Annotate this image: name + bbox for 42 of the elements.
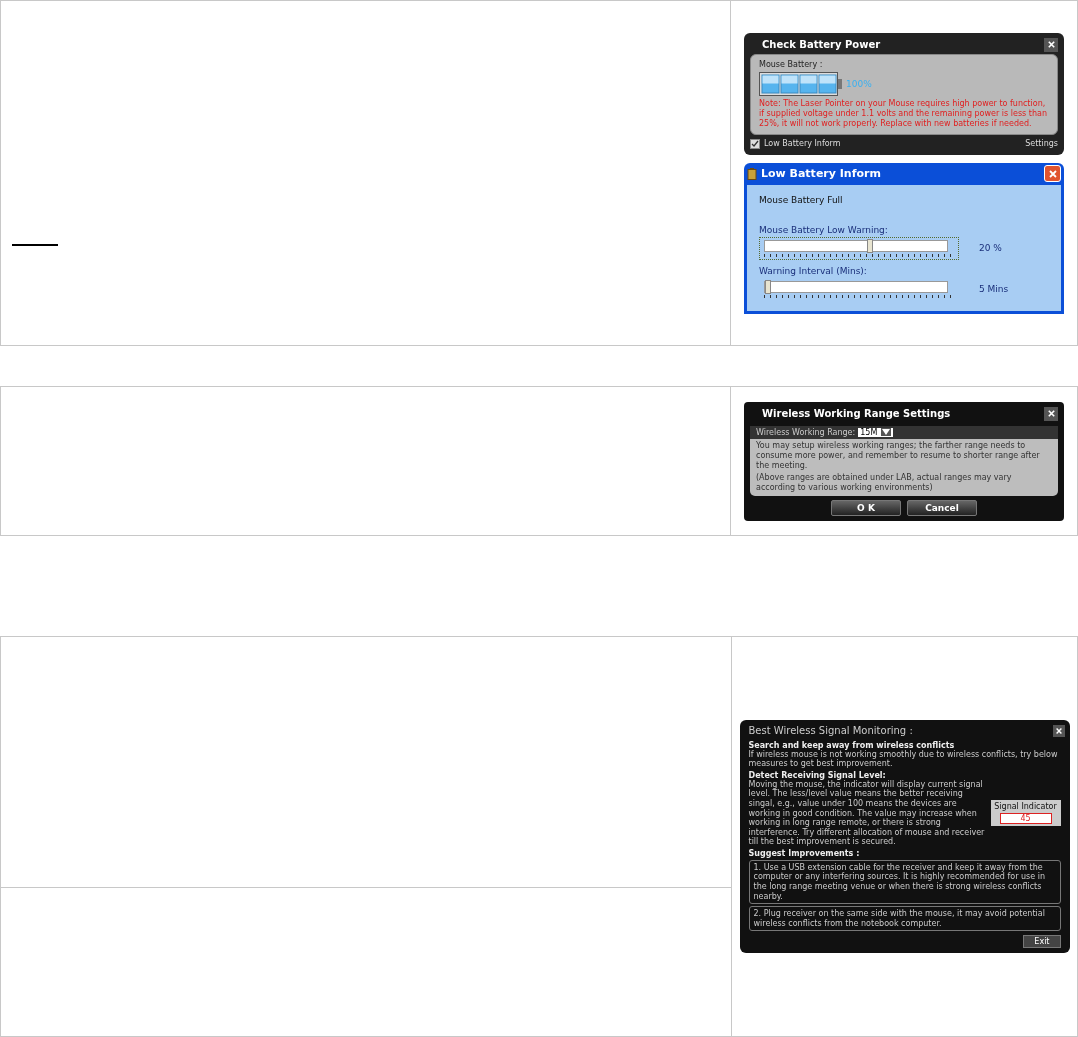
section-heading: Search and keep away from wireless conflicts: [748, 740, 955, 750]
dialog-title: Wireless Working Range Settings: [761, 408, 951, 419]
inform-checkbox[interactable]: [750, 138, 760, 149]
close-button[interactable]: [1044, 37, 1058, 52]
dialog-title: Check Battery Power: [761, 39, 881, 50]
caret-icon: [881, 428, 892, 436]
battery-status: Mouse Battery Full: [759, 194, 844, 205]
section-heading: Detect Receiving Signal Level:: [748, 770, 886, 780]
suggestion-box: 2. Plug receiver on the same side with the mouse, it may avoid potential wireless conflicts from the notebook computer.: [748, 906, 1061, 932]
range-footnote: (Above ranges are obtained under LAB, actual ranges may vary according to various working environments): [755, 472, 1013, 493]
section-text: If wireless mouse is not working smoothly due to wireless conflicts, try below measures to get best improvement.: [748, 749, 1059, 769]
suggestion-box: 1. Use a USB extension cable for the receiver and keep it away from the computer or any interfering sources. It is highly recommended for use in the long range meeting venue or when there is strong wireless conflicts nearby.: [748, 859, 1061, 905]
checkbox-label: Low Battery Inform: [764, 139, 841, 148]
battery-icon: [747, 167, 757, 180]
dialog-button[interactable]: O K: [831, 499, 901, 516]
slider-label: Warning Interval (Mins):: [759, 265, 868, 276]
slider-label: Mouse Battery Low Warning:: [759, 224, 889, 235]
range-dropdown[interactable]: 15M: [858, 427, 894, 437]
battery-note: Note: The Laser Pointer on your Mouse requires high power to function, if supplied voltage under 1.1 volts and the remaining power is less than 25%, it will not work properly. Replace with new batteries if needed.: [759, 98, 1048, 129]
close-button[interactable]: [1044, 406, 1058, 421]
close-icon: [1046, 409, 1056, 418]
indicator-value: 45: [999, 813, 1052, 825]
dialog-button[interactable]: Cancel: [907, 499, 977, 516]
close-icon: [1054, 726, 1063, 735]
range-description: You may setup wireless working ranges; the farther range needs to consume more power, and remember to resume to shorter range after the meeting.: [755, 439, 1041, 472]
indicator-label: Signal Indicator: [994, 802, 1057, 812]
slider-reading: 5 Mins: [979, 284, 1009, 294]
section-text: Moving the mouse, the indicator will display current signal level. The less/level value means the better receiving singal, e.g., value under 100 means the devices are working in good condition. The value may increase when working in long range remote, or there is strong interference. Try different allocation of mouse and receiver till the best improvement is secured.: [748, 779, 986, 847]
settings-link[interactable]: Settings: [1025, 139, 1058, 148]
slider[interactable]: [759, 236, 959, 260]
battery-label: Mouse Battery :: [759, 59, 824, 69]
field-label: Wireless Working Range:: [756, 427, 856, 437]
battery-icon: [759, 71, 843, 96]
exit-button[interactable]: Exit: [1023, 935, 1061, 949]
dialog-title: Best Wireless Signal Monitoring :: [747, 725, 913, 737]
close-icon: [1047, 168, 1058, 179]
close-icon: [1046, 40, 1056, 49]
close-button[interactable]: [1052, 724, 1065, 737]
dialog-title: Low Battery Inform: [761, 167, 881, 180]
battery-reading: 100%: [846, 78, 872, 89]
section-heading: Suggest Improvements :: [748, 848, 861, 858]
slider-reading: 20 %: [979, 243, 1002, 253]
